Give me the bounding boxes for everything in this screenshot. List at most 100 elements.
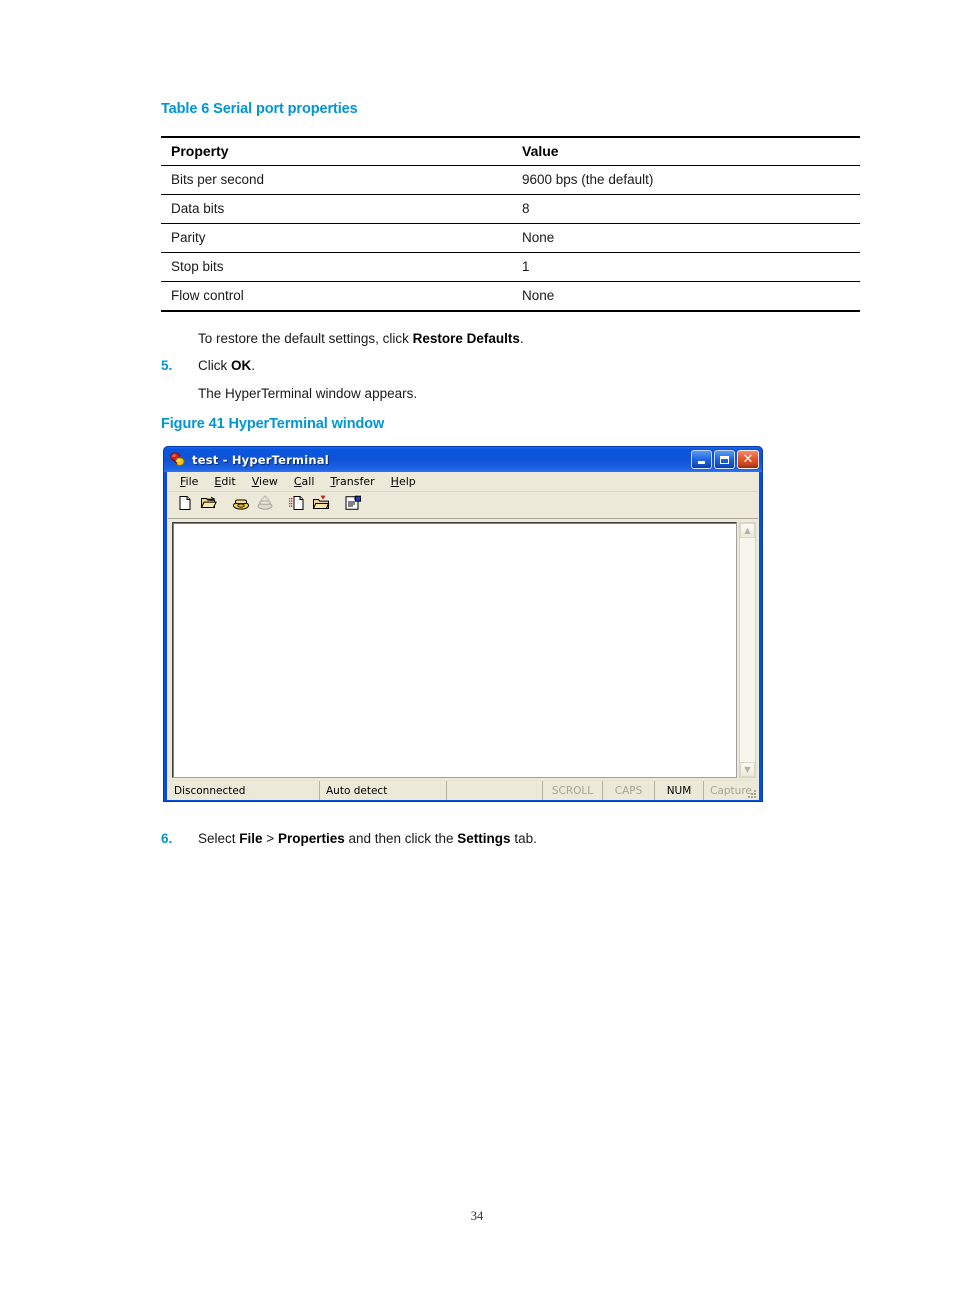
- scroll-up-icon[interactable]: ▲: [740, 523, 755, 538]
- terminal-vertical-scrollbar[interactable]: ▲ ▼: [739, 522, 756, 778]
- status-caps: CAPS: [603, 781, 655, 800]
- menu-call-label: all: [301, 475, 315, 488]
- disconnect-button[interactable]: [253, 494, 276, 516]
- terminal-screen[interactable]: [172, 522, 737, 778]
- table-row: Data bits 8: [161, 194, 860, 224]
- settings-emphasis: Settings: [457, 831, 511, 846]
- scroll-down-icon[interactable]: ▼: [740, 762, 755, 777]
- menu-call-accel: C: [293, 475, 302, 488]
- open-icon: [200, 495, 217, 515]
- menu-call[interactable]: Call: [287, 473, 322, 490]
- table-cell-value: 1: [512, 252, 860, 282]
- table-cell-value: None: [512, 223, 860, 253]
- menu-help-label: elp: [398, 475, 416, 488]
- minimize-button[interactable]: [691, 450, 712, 469]
- table-cell-property: Parity: [161, 223, 512, 253]
- table-header-property: Property: [161, 136, 512, 166]
- step-5-number: 5.: [161, 358, 173, 373]
- table-header-value: Value: [512, 136, 860, 166]
- hyperterminal-window: test - HyperTerminal ✕ File Edit View Ca…: [163, 446, 763, 802]
- receive-file-icon: [312, 495, 330, 515]
- table-row: Parity None: [161, 223, 860, 253]
- file-emphasis: File: [239, 831, 263, 846]
- table-body: Bits per second 9600 bps (the default) D…: [161, 165, 860, 312]
- menu-edit[interactable]: Edit: [207, 473, 242, 490]
- resize-grip-icon[interactable]: [746, 788, 756, 798]
- page-number: 34: [470, 1209, 484, 1223]
- menu-view[interactable]: View: [245, 473, 285, 490]
- close-icon: ✕: [742, 452, 754, 467]
- menu-view-label: iew: [259, 475, 278, 488]
- table-row: Bits per second 9600 bps (the default): [161, 165, 860, 195]
- status-num: NUM: [655, 781, 704, 800]
- terminal-body: ▲ ▼: [168, 519, 758, 780]
- menu-edit-label: dit: [221, 475, 236, 488]
- menu-help[interactable]: Help: [384, 473, 423, 490]
- scrollbar-track[interactable]: [740, 538, 755, 762]
- table-row: Stop bits 1: [161, 252, 860, 282]
- ok-emphasis: OK: [231, 358, 252, 373]
- menu-view-accel: V: [251, 475, 260, 488]
- status-auto-detect: Auto detect: [320, 781, 447, 800]
- table-header-row: Property Value: [161, 136, 860, 166]
- new-connection-button[interactable]: [173, 494, 196, 516]
- menubar: File Edit View Call Transfer Help: [168, 472, 758, 492]
- open-button[interactable]: [197, 494, 220, 516]
- table-cell-property: Stop bits: [161, 252, 512, 282]
- new-connection-icon: [177, 495, 193, 515]
- table-row: Flow control None: [161, 281, 860, 312]
- disconnect-icon: [256, 495, 274, 515]
- step-5-followup: The HyperTerminal window appears.: [198, 386, 418, 401]
- window-titlebar[interactable]: test - HyperTerminal ✕: [164, 447, 762, 472]
- menu-file[interactable]: File: [173, 473, 205, 490]
- menu-help-accel: H: [390, 475, 399, 488]
- menu-transfer[interactable]: Transfer: [323, 473, 381, 490]
- figure-caption: Figure 41 HyperTerminal window: [161, 416, 385, 432]
- table-caption: Table 6 Serial port properties: [161, 101, 358, 117]
- status-scroll: SCROLL: [543, 781, 603, 800]
- send-file-icon: [288, 495, 306, 515]
- window-title: test - HyperTerminal: [192, 452, 329, 467]
- maximize-icon: [720, 455, 729, 464]
- table-cell-property: Data bits: [161, 194, 512, 224]
- table-cell-property: Flow control: [161, 281, 512, 312]
- step-6-part-4: tab.: [510, 831, 537, 846]
- restore-note-prefix: To restore the default settings, click: [198, 331, 413, 346]
- table-cell-property: Bits per second: [161, 165, 512, 195]
- hyperterminal-app-icon: [169, 451, 186, 468]
- step-6-number: 6.: [161, 831, 173, 846]
- step-6-text: Select File > Properties and then click …: [198, 831, 537, 846]
- send-file-button[interactable]: [285, 494, 308, 516]
- statusbar: Disconnected Auto detect SCROLL CAPS NUM…: [168, 780, 758, 800]
- step-6-part-2: >: [262, 831, 278, 846]
- properties-button[interactable]: [341, 494, 364, 516]
- toolbar: [168, 492, 758, 519]
- table-cell-value: 9600 bps (the default): [512, 165, 860, 195]
- step-6-part-1: Select: [198, 831, 240, 846]
- status-empty: [447, 781, 543, 800]
- serial-port-properties-table: Property Value Bits per second 9600 bps …: [161, 136, 860, 312]
- call-icon: [232, 495, 250, 515]
- step-6-part-3: and then click the: [344, 831, 458, 846]
- document-page: Table 6 Serial port properties Property …: [0, 0, 954, 1296]
- restore-note-suffix: .: [519, 331, 524, 346]
- window-controls: ✕: [691, 450, 760, 469]
- menu-file-label: ile: [185, 475, 199, 488]
- step-5-prefix: Click: [198, 358, 231, 373]
- properties-emphasis: Properties: [277, 831, 345, 846]
- restore-defaults-emphasis: Restore Defaults: [412, 331, 520, 346]
- step-5-suffix: .: [251, 358, 256, 373]
- table-cell-value: 8: [512, 194, 860, 224]
- minimize-icon: [698, 460, 705, 464]
- status-connection: Disconnected: [168, 781, 320, 800]
- call-button[interactable]: [229, 494, 252, 516]
- close-button[interactable]: ✕: [737, 450, 759, 469]
- menu-transfer-label: ransfer: [335, 475, 375, 488]
- status-capture: Capture: [704, 781, 758, 800]
- receive-file-button[interactable]: [309, 494, 332, 516]
- maximize-button[interactable]: [714, 450, 735, 469]
- window-client-area: File Edit View Call Transfer Help ▲ ▼ Di…: [167, 472, 759, 800]
- restore-defaults-note: To restore the default settings, click R…: [198, 331, 524, 346]
- properties-icon: [344, 495, 362, 515]
- table-cell-value: None: [512, 281, 860, 312]
